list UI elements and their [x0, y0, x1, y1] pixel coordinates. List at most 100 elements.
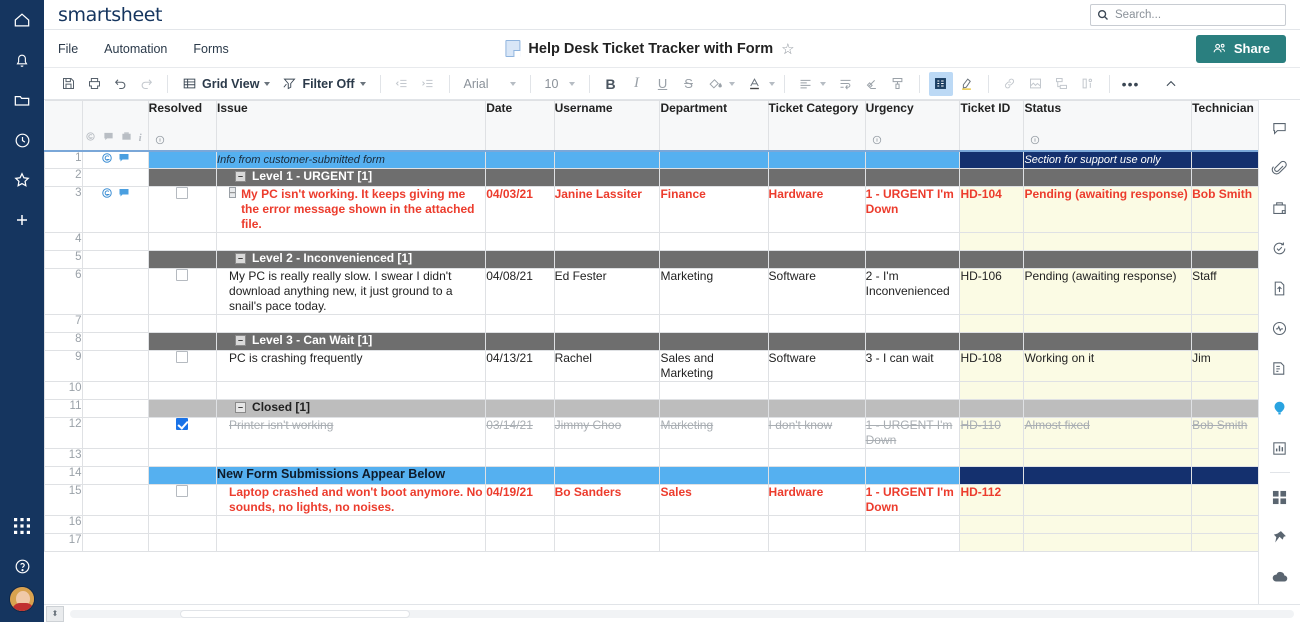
- blank-cell-username[interactable]: [553, 232, 661, 251]
- save-icon[interactable]: [56, 72, 80, 96]
- row-gutter[interactable]: [81, 350, 149, 382]
- redo-icon[interactable]: [134, 72, 158, 96]
- blank-row[interactable]: 4: [44, 232, 1258, 251]
- pin-icon[interactable]: [1259, 517, 1300, 557]
- banner-cell-username[interactable]: [553, 466, 661, 485]
- cell-username[interactable]: Bo Sanders: [553, 484, 661, 516]
- group-header-row[interactable]: 2 – Level 1 - URGENT [1]: [44, 168, 1258, 187]
- row-gutter[interactable]: [81, 332, 149, 351]
- group-cell-date[interactable]: [485, 332, 555, 351]
- group-resolved-cell[interactable]: [147, 250, 218, 269]
- column-header-username[interactable]: Username: [553, 100, 661, 152]
- publish-icon[interactable]: [1259, 268, 1300, 308]
- banner-row[interactable]: 14 New Form Submissions Appear Below: [44, 466, 1258, 485]
- blank-cell-urgency[interactable]: [864, 314, 961, 333]
- blank-issue-cell[interactable]: [216, 515, 487, 534]
- group-header-row[interactable]: 5 – Level 2 - Inconvenienced [1]: [44, 250, 1258, 269]
- comment-icon[interactable]: [1259, 108, 1300, 148]
- blank-cell-status[interactable]: [1023, 533, 1193, 552]
- blank-row[interactable]: 17: [44, 533, 1258, 552]
- blank-cell-date[interactable]: [485, 381, 555, 400]
- proof-icon[interactable]: [1259, 188, 1300, 228]
- cell-ticket_id[interactable]: HD-104: [959, 186, 1025, 233]
- column-header-ticket-id[interactable]: Ticket ID: [959, 100, 1025, 152]
- blank-cell-department[interactable]: [659, 515, 769, 534]
- link-icon[interactable]: [998, 72, 1022, 96]
- blank-resolved-cell[interactable]: [147, 381, 218, 400]
- row-gutter[interactable]: [81, 533, 149, 552]
- fill-color-icon[interactable]: [703, 72, 727, 96]
- row-number[interactable]: 12: [44, 417, 83, 449]
- cell-category[interactable]: Software: [767, 268, 866, 315]
- blank-cell-urgency[interactable]: [864, 381, 961, 400]
- smartsheet-logo[interactable]: smartsheet: [58, 4, 162, 26]
- group-cell-ticket_id[interactable]: [959, 168, 1025, 187]
- share-button[interactable]: Share: [1195, 34, 1286, 63]
- home-icon[interactable]: [0, 0, 44, 40]
- row-number[interactable]: 11: [44, 399, 83, 418]
- resolved-checkbox[interactable]: [176, 187, 189, 199]
- more-options-button[interactable]: •••: [1119, 72, 1143, 96]
- group-cell-status[interactable]: [1023, 399, 1193, 418]
- resolved-checkbox-cell[interactable]: [147, 417, 218, 449]
- group-cell-username[interactable]: [553, 168, 661, 187]
- blank-resolved-cell[interactable]: [147, 314, 218, 333]
- blank-cell-status[interactable]: [1023, 448, 1193, 467]
- group-label-cell[interactable]: – Closed [1]: [216, 399, 487, 418]
- blank-cell-date[interactable]: [485, 232, 555, 251]
- cell-department[interactable]: Sales and Marketing: [659, 350, 769, 382]
- blank-cell-ticket_id[interactable]: [959, 314, 1025, 333]
- cell-urgency[interactable]: 3 - I can wait: [864, 350, 961, 382]
- blank-cell-status[interactable]: [1023, 232, 1193, 251]
- cell-username[interactable]: Jimmy Choo: [553, 417, 661, 449]
- group-cell-technician[interactable]: [1191, 250, 1258, 269]
- group-cell-category[interactable]: [767, 250, 866, 269]
- column-header-issue[interactable]: Issue: [216, 100, 487, 152]
- blank-cell-ticket_id[interactable]: [959, 533, 1025, 552]
- cell-username[interactable]: Janine Lassiter: [553, 186, 661, 233]
- avatar[interactable]: [9, 586, 35, 612]
- cell-ticket_id[interactable]: HD-106: [959, 268, 1025, 315]
- blank-issue-cell[interactable]: [216, 533, 487, 552]
- menu-item-automation[interactable]: Automation: [104, 42, 167, 56]
- blank-cell-status[interactable]: [1023, 381, 1193, 400]
- update-request-icon[interactable]: [1259, 228, 1300, 268]
- blank-cell-technician[interactable]: [1191, 448, 1258, 467]
- group-cell-status[interactable]: [1023, 168, 1193, 187]
- blank-cell-username[interactable]: [553, 314, 661, 333]
- blank-cell-date[interactable]: [485, 515, 555, 534]
- issue-cell[interactable]: Printer isn't working: [216, 417, 487, 449]
- text-align-icon[interactable]: [794, 72, 818, 96]
- cell-username[interactable]: Ed Fester: [553, 268, 661, 315]
- collapse-toolbar-chevron-up-icon[interactable]: [1159, 72, 1183, 96]
- row-gutter[interactable]: [81, 381, 149, 400]
- text-align-chevron-down-icon[interactable]: [819, 81, 826, 86]
- row-number[interactable]: 6: [44, 268, 83, 315]
- status-info-icon[interactable]: [1030, 135, 1040, 145]
- group-cell-urgency[interactable]: [864, 399, 961, 418]
- blank-cell-status[interactable]: [1023, 515, 1193, 534]
- row-gutter[interactable]: [81, 484, 149, 516]
- group-cell-ticket_id[interactable]: [959, 332, 1025, 351]
- collapse-toggle-icon[interactable]: –: [235, 253, 247, 264]
- blank-cell-technician[interactable]: [1191, 314, 1258, 333]
- resolved-checkbox[interactable]: [176, 351, 189, 363]
- cell-username[interactable]: Rachel: [553, 350, 661, 382]
- issue-cell[interactable]: Laptop crashed and won't boot anymore. N…: [216, 484, 487, 516]
- banner-cell-username[interactable]: [553, 150, 661, 169]
- font-size-chevron-down-icon[interactable]: [568, 81, 575, 86]
- row-gutter[interactable]: [81, 417, 149, 449]
- banner-cell-urgency[interactable]: [864, 466, 961, 485]
- text-color-chevron-down-icon[interactable]: [768, 81, 775, 86]
- banner-cell-technician[interactable]: [1191, 150, 1258, 169]
- grid-scroll-area[interactable]: i Resolved Issue Date Username Departmen…: [44, 100, 1258, 604]
- font-family-chevron-down-icon[interactable]: [509, 81, 516, 86]
- row-gutter[interactable]: [81, 399, 149, 418]
- resolved-info-icon[interactable]: [155, 135, 165, 145]
- row-number[interactable]: 1: [44, 150, 83, 169]
- cell-urgency[interactable]: 1 - URGENT I'm Down: [864, 484, 961, 516]
- cell-ticket_id[interactable]: HD-112: [959, 484, 1025, 516]
- cell-category[interactable]: Hardware: [767, 186, 866, 233]
- blank-issue-cell[interactable]: [216, 314, 487, 333]
- banner-cell-category[interactable]: [767, 150, 866, 169]
